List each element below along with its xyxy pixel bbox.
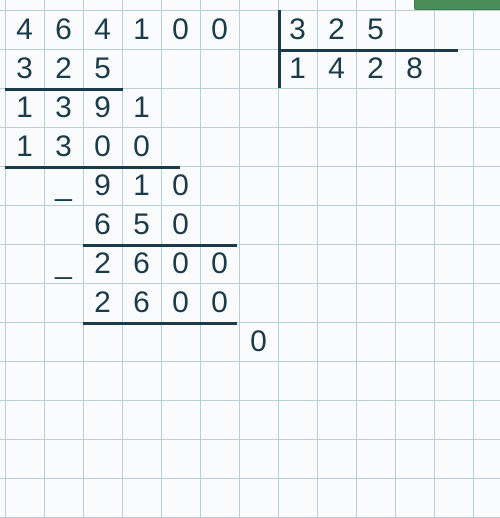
step-digit: 9	[83, 166, 122, 205]
dividend-digit: 4	[5, 10, 44, 49]
step-digit: 6	[122, 244, 161, 283]
page-corner-tab	[414, 0, 500, 10]
division-rule	[83, 244, 237, 247]
step-digit: 3	[44, 88, 83, 127]
step-digit: 0	[200, 283, 239, 322]
step-digit: 3	[5, 49, 44, 88]
step-digit: 1	[122, 88, 161, 127]
step-digit: 0	[83, 127, 122, 166]
quotient-digit: 2	[356, 49, 395, 88]
step-digit: 0	[161, 244, 200, 283]
minus-sign: _	[44, 166, 83, 205]
dividend-digit: 0	[161, 10, 200, 49]
step-digit: 0	[200, 244, 239, 283]
division-rule	[278, 49, 458, 52]
step-digit: 0	[161, 283, 200, 322]
step-digit: 1	[5, 127, 44, 166]
quotient-digit: 1	[278, 49, 317, 88]
divisor-digit: 3	[278, 10, 317, 49]
step-digit: 0	[122, 127, 161, 166]
division-rule	[5, 166, 180, 169]
divisor-digit: 5	[356, 10, 395, 49]
step-digit: 2	[83, 283, 122, 322]
divisor-digit: 2	[317, 10, 356, 49]
step-digit: 2	[44, 49, 83, 88]
dividend-digit: 0	[200, 10, 239, 49]
step-digit: 1	[122, 166, 161, 205]
step-digit: 2	[83, 244, 122, 283]
quotient-digit: 4	[317, 49, 356, 88]
step-digit: 6	[83, 205, 122, 244]
dividend-digit: 6	[44, 10, 83, 49]
dividend-digit: 4	[83, 10, 122, 49]
dividend-digit: 1	[122, 10, 161, 49]
minus-sign: _	[44, 244, 83, 283]
step-digit: 3	[44, 127, 83, 166]
step-digit: 0	[239, 322, 278, 361]
quotient-digit: 8	[395, 49, 434, 88]
step-digit: 1	[5, 88, 44, 127]
step-digit: 5	[122, 205, 161, 244]
step-digit: 6	[122, 283, 161, 322]
division-rule	[83, 322, 237, 325]
division-rule	[5, 88, 123, 91]
step-digit: 5	[83, 49, 122, 88]
step-digit: 0	[161, 166, 200, 205]
step-digit: 9	[83, 88, 122, 127]
step-digit: 0	[161, 205, 200, 244]
